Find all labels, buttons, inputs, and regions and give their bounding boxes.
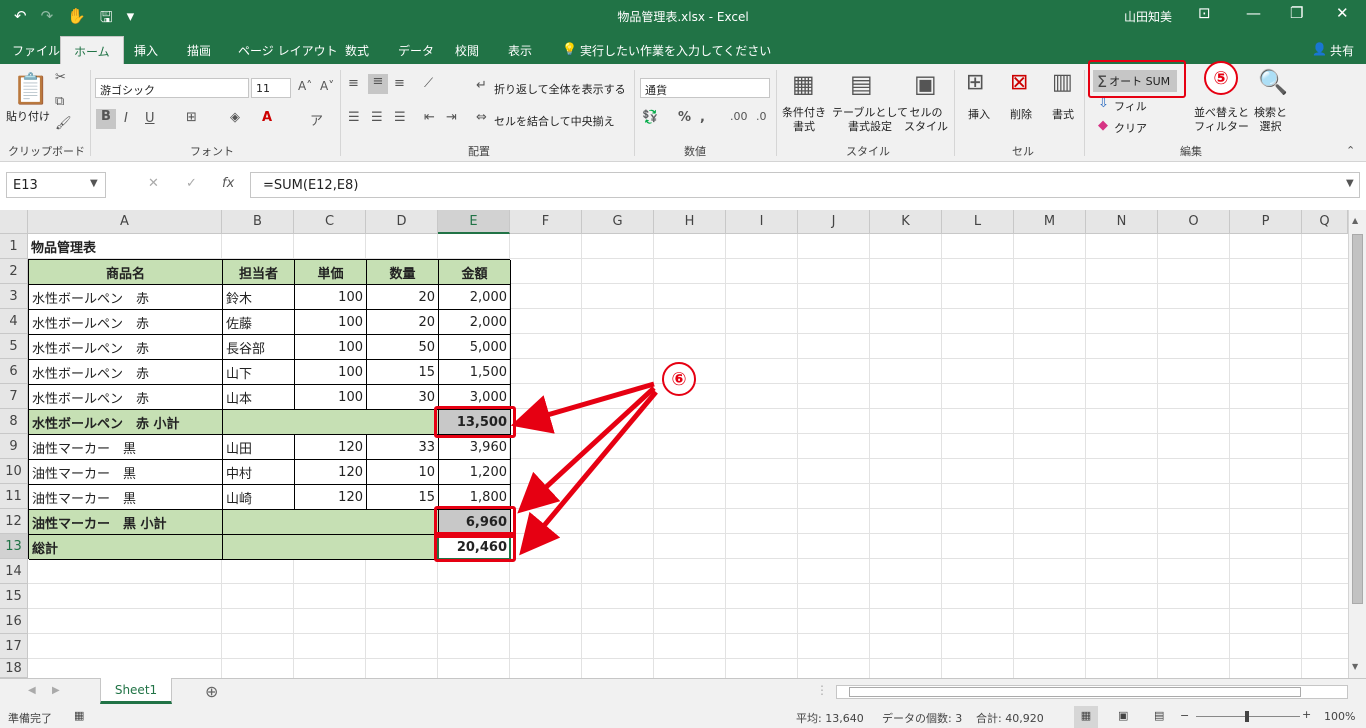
new-sheet-icon[interactable]: ⊕	[205, 682, 218, 701]
normal-view-icon[interactable]: ▦	[1074, 706, 1098, 728]
zoom-in-icon[interactable]: +	[1302, 708, 1311, 721]
status-sum: 合計: 40,920	[976, 712, 1044, 725]
zoom-out-icon[interactable]: −	[1180, 709, 1189, 722]
sheet-tab-bar: ◀ ▶ Sheet1 ⊕ ⋮	[0, 678, 1366, 706]
status-ready: 準備完了	[8, 712, 52, 725]
tab-split-icon[interactable]: ⋮	[816, 683, 828, 697]
page-layout-view-icon[interactable]: ▣	[1118, 709, 1128, 722]
next-sheet-icon[interactable]: ▶	[52, 685, 60, 696]
zoom-level[interactable]: 100%	[1324, 710, 1355, 723]
annotation-arrows	[510, 381, 658, 556]
macro-record-icon[interactable]: ▦	[74, 709, 84, 722]
horizontal-scroll-thumb[interactable]	[849, 687, 1301, 697]
prev-sheet-icon[interactable]: ◀	[28, 685, 36, 696]
status-average: 平均: 13,640	[796, 712, 864, 725]
status-bar: 準備完了 ▦ 平均: 13,640 データの個数: 3 合計: 40,920 ▦…	[0, 706, 1366, 728]
zoom-slider-thumb[interactable]	[1245, 711, 1249, 722]
page-break-view-icon[interactable]: ▤	[1154, 709, 1164, 722]
status-count: データの個数: 3	[882, 712, 963, 725]
horizontal-scrollbar[interactable]	[836, 685, 1348, 699]
sheet-tab-sheet1[interactable]: Sheet1	[100, 678, 172, 704]
